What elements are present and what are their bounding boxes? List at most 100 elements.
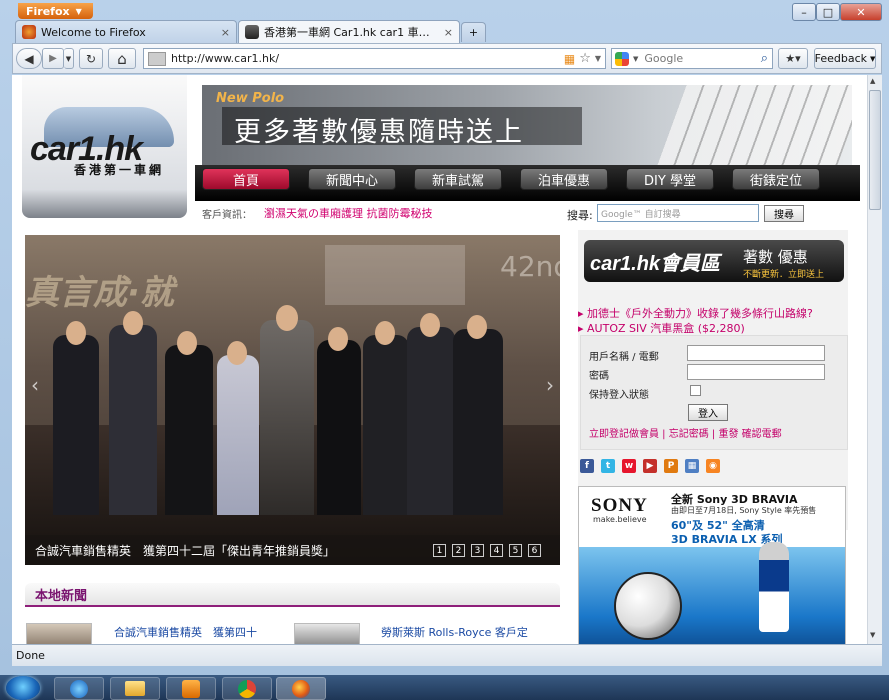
hero-slideshow[interactable]: 真言成·就 42nd ‹ › 合誠汽車銷售精英 獲第四十二屆「傑出青年推銷員獎」… [25,235,560,565]
slide-next-button[interactable]: › [542,365,558,405]
promo-link[interactable]: ▸ AUTOZ SIV 汽車黑盒 ($2,280) [578,320,745,336]
nav-meter-location[interactable]: 街錶定位 [732,168,820,190]
ad-brand-sub: make.believe [593,515,647,524]
twitter-icon[interactable]: t [601,459,615,473]
person-figure [217,355,259,515]
nav-news-centre[interactable]: 新聞中心 [308,168,396,190]
home-icon: ⌂ [117,49,127,68]
keyboard-image [657,85,852,165]
back-button[interactable]: ◀ [16,48,42,69]
reload-button[interactable]: ↻ [79,48,103,69]
slide-page-4[interactable]: 4 [490,544,503,557]
start-button[interactable] [6,676,40,700]
url-bar[interactable]: http://www.car1.hk/ ▦ ☆ ▼ [143,48,606,69]
maximize-button[interactable]: □ [816,3,840,21]
tab-close-icon[interactable]: × [444,26,453,39]
chevron-down-icon[interactable]: ▼ [595,54,601,63]
news-title[interactable]: 合誠汽車銷售精英 獲第四十 [114,624,257,640]
taskbar-firefox[interactable] [276,677,326,700]
site-identity-icon[interactable] [148,51,166,66]
scrollbar-thumb[interactable] [869,90,881,210]
taskbar-media-player[interactable] [166,677,216,700]
nav-diy-school[interactable]: DIY 學堂 [626,168,714,190]
sony-advertisement[interactable]: SONY make.believe 全新 Sony 3D BRAVIA 由即日至… [578,486,846,644]
register-links[interactable]: 立即登記做會員 | 忘記密碼 | 重發 確認電郵 [589,425,782,440]
grid-icon[interactable]: ▦ [685,459,699,473]
site-search-button[interactable]: 搜尋 [764,205,804,222]
chevron-down-icon: ▼ [633,54,639,63]
news-thumbnail[interactable] [26,623,92,644]
forward-button[interactable]: ▶ [42,48,64,69]
google-icon[interactable] [615,51,629,66]
ad-brand: SONY [591,495,648,516]
rss-feed-icon[interactable]: ▦ [564,52,575,66]
client-info-label: 客戶資訊： [202,210,252,221]
folder-icon [125,681,145,696]
promo-banner[interactable]: New Polo 更多著數優惠隨時送上 [202,85,852,165]
flag-icon[interactable]: P [664,459,678,473]
site-search-input[interactable]: Google™ 自訂搜尋 [597,204,759,222]
promo-link[interactable]: ▸ 加德士《戶外全動力》收錄了幾多條行山路線? [578,305,813,321]
tab-close-icon[interactable]: × [221,26,230,39]
search-icon[interactable]: ⌕ [761,51,768,66]
feedback-label: Feedback [814,52,867,65]
tab-car1[interactable]: 香港第一車網 Car1.hk car1 車網 汽... × [238,20,460,43]
facebook-icon[interactable]: f [580,459,594,473]
scroll-down-icon[interactable]: ▼ [870,631,875,639]
person-head [276,305,298,331]
scroll-up-icon[interactable]: ▲ [870,77,875,85]
taskbar-internet-explorer[interactable] [54,677,104,700]
site-favicon-icon [245,25,259,39]
username-input[interactable] [687,345,825,361]
taskbar-explorer[interactable] [110,677,160,700]
username-label: 用戶名稱 / 電郵 [589,352,659,363]
taskbar-chrome[interactable] [222,677,272,700]
plus-icon: + [468,26,479,39]
minimize-button[interactable]: – [792,3,816,21]
slide-prev-button[interactable]: ‹ [27,365,43,405]
search-engine-text: Google [644,52,684,65]
slide-page-3[interactable]: 3 [471,544,484,557]
search-bar[interactable]: ▼ Google ⌕ [611,48,773,69]
backdrop-panel [325,245,465,305]
bookmark-star-icon[interactable]: ☆ [579,51,591,66]
nav-home[interactable]: 首頁 [202,168,290,190]
slide-page-2[interactable]: 2 [452,544,465,557]
youtube-icon[interactable]: ▶ [643,459,657,473]
person-figure [109,325,157,515]
firefox-menu-button[interactable]: Firefox ▼ [18,3,93,19]
news-title[interactable]: 勞斯萊斯 Rolls-Royce 客戶定 [381,624,528,640]
member-title: 著數 優惠 [743,248,808,266]
password-input[interactable] [687,364,825,380]
url-text: http://www.car1.hk/ [171,52,280,65]
home-button[interactable]: ⌂ [108,48,136,69]
person-head [467,315,487,339]
remember-checkbox[interactable] [690,385,701,396]
slide-page-6[interactable]: 6 [528,544,541,557]
vertical-scrollbar[interactable]: ▲ ▼ [867,75,882,644]
person-head [375,321,395,345]
password-label: 密碼 [589,371,609,382]
chevron-down-icon: ▼ [870,54,876,63]
close-window-button[interactable]: ✕ [840,3,882,21]
person-figure [363,335,409,515]
history-dropdown-button[interactable]: ▼ [64,48,74,69]
feedback-button[interactable]: Feedback ▼ [814,48,876,69]
bookmarks-menu-button[interactable]: ★▾ [778,48,808,69]
banner-tag: New Polo [216,91,285,106]
nav-new-car-test[interactable]: 新車試駕 [414,168,502,190]
ad-scene [579,542,845,644]
nav-parking-offers[interactable]: 泊車優惠 [520,168,608,190]
slide-page-5[interactable]: 5 [509,544,522,557]
media-player-icon [182,679,200,698]
news-thumbnail[interactable] [294,623,360,644]
client-info-links[interactable]: 瀏濕天氣の車廂護理 抗菌防霉秘技 [264,205,433,221]
tab-welcome[interactable]: Welcome to Firefox × [15,20,237,43]
slide-page-1[interactable]: 1 [433,544,446,557]
status-bar: Done [12,644,882,666]
rss-icon[interactable]: ◉ [706,459,720,473]
member-subtitle: 不斷更新．立即送上 [743,270,825,280]
weibo-icon[interactable]: w [622,459,636,473]
login-button[interactable]: 登入 [688,404,728,421]
new-tab-button[interactable]: + [461,22,486,42]
